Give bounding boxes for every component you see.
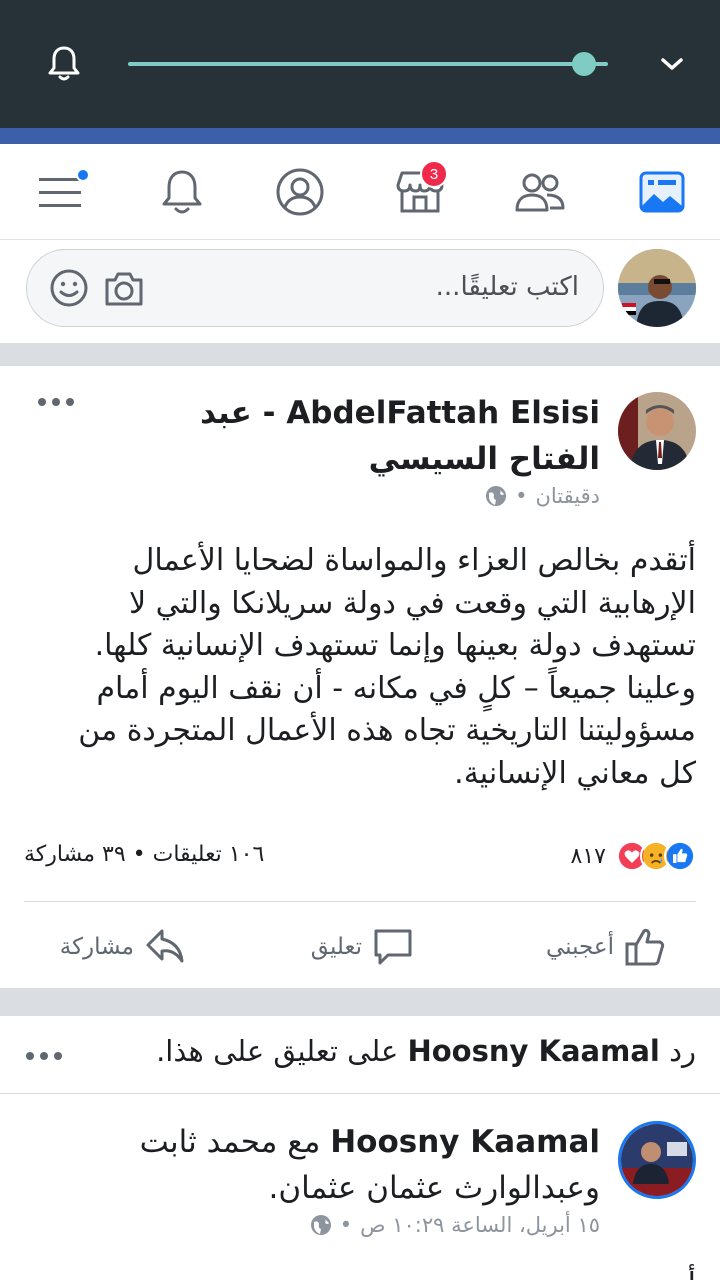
marketplace-badge: 3 [420, 160, 448, 188]
post-body: أتقدم بخالص العزاء والمواساة لضحايا الأع… [78, 543, 696, 791]
post-time[interactable]: ١٥ أبريل، الساعة ١٠:٢٩ ص [360, 1213, 600, 1237]
meta-dot: • [515, 484, 528, 508]
author-avatar[interactable] [618, 1121, 696, 1199]
author-avatar[interactable] [618, 392, 696, 470]
activity-prefix: رد [669, 1034, 696, 1068]
app-top-strip [0, 128, 720, 144]
tab-bar: 3 [0, 144, 720, 240]
more-options-icon[interactable] [36, 396, 76, 408]
globe-icon [310, 1215, 331, 1235]
bell-icon [162, 170, 202, 214]
brightness-slider[interactable] [128, 62, 608, 66]
camera-icon[interactable] [103, 268, 145, 308]
tab-notifications[interactable] [152, 164, 212, 220]
tab-marketplace[interactable]: 3 [390, 160, 450, 220]
feed-separator [0, 343, 720, 366]
emoji-icon[interactable] [49, 268, 89, 308]
post-divider [24, 901, 696, 902]
comment-icon [374, 929, 412, 965]
chevron-down-icon[interactable] [658, 52, 686, 76]
system-status-bar [0, 0, 720, 128]
comment-input[interactable]: اكتب تعليقًا... [26, 249, 604, 327]
tab-profile[interactable] [270, 164, 330, 220]
comments-shares-count[interactable]: ١٠٦ تعليقات • ٣٩ مشاركة [24, 842, 264, 867]
post-meta: ١٥ أبريل، الساعة ١٠:٢٩ ص • [310, 1213, 600, 1237]
comment-label: تعليق [310, 934, 362, 960]
like-reaction-icon [664, 840, 696, 872]
my-avatar[interactable] [618, 249, 696, 327]
comment-input-placeholder: اكتب تعليقًا... [435, 272, 579, 302]
tab-menu[interactable] [30, 164, 90, 220]
post-stats: ٨١٧ ١٠٦ تعليقات • ٣٩ مشاركة [24, 836, 696, 876]
post-author-name[interactable]: AbdelFattah Elsisi - عبد الفتاح السيسي [110, 390, 600, 482]
comment-composer: اكتب تعليقًا... [0, 241, 720, 343]
profile-icon [276, 168, 324, 216]
post-card: Hoosny Kaamal مع محمد ثابت وعبدالوارث عث… [0, 1095, 720, 1280]
more-options-icon[interactable] [24, 1050, 64, 1062]
comment-button[interactable]: تعليق [311, 922, 414, 972]
share-icon [146, 929, 184, 963]
news-feed-icon [639, 171, 685, 213]
activity-suffix: على تعليق على هذا. [156, 1034, 399, 1068]
menu-notification-dot [76, 168, 90, 182]
like-label: أعجبني [545, 934, 614, 960]
activity-header: رد Hoosny Kaamal على تعليق على هذا. [0, 1016, 720, 1094]
notification-bell-icon[interactable] [46, 44, 82, 84]
post-card: AbdelFattah Elsisi - عبد الفتاح السيسي د… [0, 366, 720, 988]
post-time[interactable]: دقيقتان [535, 484, 600, 508]
tab-news-feed[interactable] [632, 164, 692, 220]
like-button[interactable]: أعجبني [546, 922, 666, 972]
share-button[interactable]: مشاركة [60, 922, 186, 972]
reactions-summary[interactable]: ٨١٧ [571, 840, 696, 872]
globe-icon [486, 486, 507, 506]
activity-actor-name[interactable]: Hoosny Kaamal [407, 1034, 659, 1068]
reaction-count: ٨١٧ [570, 843, 606, 869]
brightness-slider-thumb[interactable] [572, 52, 596, 76]
post-actions: أعجبني تعليق مشاركة [0, 922, 720, 972]
post-author-line: Hoosny Kaamal مع محمد ثابت وعبدالوارث عث… [100, 1119, 600, 1211]
friends-icon [515, 173, 565, 212]
activity-text: رد Hoosny Kaamal على تعليق على هذا. [156, 1034, 696, 1068]
post-author-name[interactable]: Hoosny Kaamal [330, 1124, 600, 1160]
tab-friends[interactable] [510, 164, 570, 220]
meta-dot: • [339, 1213, 353, 1237]
post-body-preview: أ... [659, 1267, 696, 1280]
share-label: مشاركة [59, 934, 134, 960]
feed-separator [0, 988, 720, 1016]
thumbs-up-icon [625, 928, 665, 966]
post-meta: دقيقتان • [485, 484, 600, 508]
